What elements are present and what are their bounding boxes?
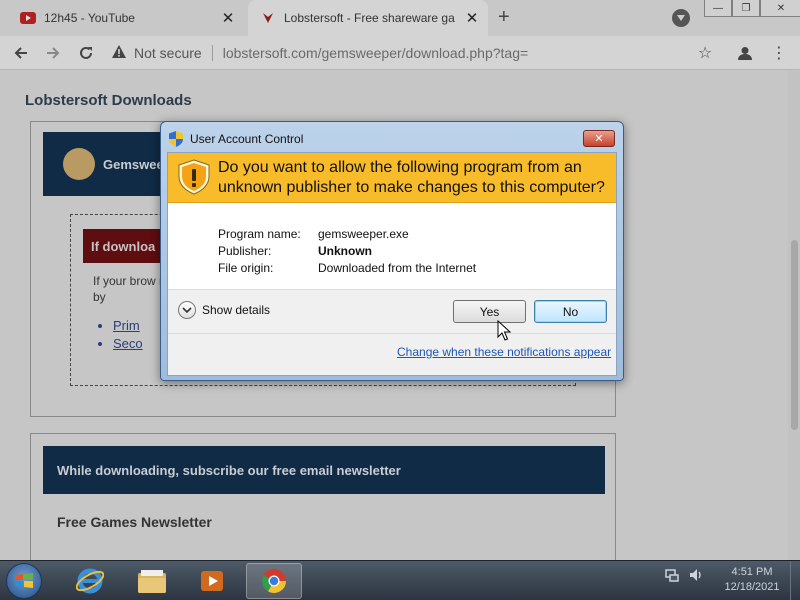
file-origin-value: Downloaded from the Internet — [318, 261, 477, 275]
mirror-link-secondary[interactable]: Seco — [113, 335, 143, 353]
program-name-row: Program name: gemsweeper.exe — [218, 226, 476, 243]
windows-logo-icon — [15, 573, 33, 588]
newsletter-banner: While downloading, subscribe our free em… — [43, 446, 605, 494]
taskbar-file-explorer[interactable] — [124, 563, 180, 599]
bookmark-star-icon[interactable]: ☆ — [694, 42, 716, 64]
close-window-button[interactable]: ✕ — [760, 0, 800, 17]
dialog-close-button[interactable]: ✕ — [583, 130, 615, 147]
network-icon[interactable] — [664, 567, 680, 583]
clock-time: 4:51 PM — [731, 566, 773, 578]
scrollbar-thumb[interactable] — [791, 240, 798, 430]
dialog-body: Do you want to allow the following progr… — [167, 152, 617, 376]
info-label: Publisher: — [218, 244, 272, 258]
dialog-title: User Account Control — [190, 132, 304, 146]
footer-divider — [168, 333, 616, 334]
reload-button[interactable] — [75, 42, 97, 64]
tab-lobstersoft[interactable]: Lobstersoft - Free shareware ga ✕ — [248, 0, 488, 36]
publisher-row: Publisher: Unknown — [218, 243, 476, 260]
program-name-value: gemsweeper.exe — [318, 227, 409, 241]
product-logo — [63, 148, 95, 180]
clock-date: 12/18/2021 — [724, 581, 780, 593]
start-button[interactable] — [6, 563, 42, 599]
mirror-list: Prim Seco — [113, 317, 143, 353]
lobstersoft-icon — [260, 10, 276, 26]
uac-dialog: User Account Control ✕ Do you want to al… — [160, 121, 624, 381]
forward-button[interactable] — [42, 42, 64, 64]
newsletter-panel: While downloading, subscribe our free em… — [30, 433, 616, 563]
reload-icon — [80, 46, 92, 59]
chevron-down-icon — [677, 15, 685, 21]
change-notifications-link[interactable]: Change when these notifications appear — [397, 345, 611, 359]
file-explorer-icon — [138, 570, 166, 593]
info-label: Program name: — [218, 227, 301, 241]
dialog-footer: Show details Yes No Change when these no… — [168, 289, 616, 375]
taskbar-media-player[interactable] — [184, 563, 240, 599]
dialog-question: Do you want to allow the following progr… — [218, 159, 605, 196]
minimize-button[interactable]: — — [704, 0, 732, 17]
warning-icon — [112, 45, 126, 61]
yes-button[interactable]: Yes — [453, 300, 526, 323]
show-details-toggle[interactable]: Show details — [178, 301, 270, 319]
taskbar-chrome[interactable] — [246, 563, 302, 599]
show-desktop-button[interactable] — [790, 561, 800, 600]
warning-shield-icon — [178, 159, 210, 198]
mirror-link-primary[interactable]: Prim — [113, 317, 143, 335]
taskbar: 4:51 PM 12/18/2021 — [0, 560, 800, 600]
tab-title: 12h45 - YouTube — [44, 11, 135, 25]
tab-title: Lobstersoft - Free shareware ga — [284, 11, 455, 25]
youtube-icon — [20, 10, 36, 26]
uac-shield-icon — [169, 131, 183, 150]
file-origin-row: File origin: Downloaded from the Interne… — [218, 260, 476, 277]
system-tray — [664, 567, 704, 583]
dialog-titlebar[interactable]: User Account Control ✕ — [161, 122, 623, 150]
warning-banner: Do you want to allow the following progr… — [168, 153, 616, 203]
internet-explorer-icon — [76, 568, 104, 594]
show-details-label: Show details — [202, 303, 271, 317]
arrow-right-icon — [47, 47, 60, 59]
info-label: File origin: — [218, 261, 274, 275]
newsletter-title: Free Games Newsletter — [57, 514, 212, 530]
publisher-value: Unknown — [318, 244, 372, 258]
tab-search-button[interactable] — [672, 9, 690, 27]
url-text[interactable]: lobstersoft.com/gemsweeper/download.php?… — [223, 45, 528, 61]
mouse-pointer-icon — [497, 320, 511, 341]
back-button[interactable] — [10, 42, 32, 64]
chrome-icon — [262, 569, 286, 594]
divider — [211, 45, 213, 61]
taskbar-internet-explorer[interactable] — [62, 563, 118, 599]
address-bar[interactable]: Not secure lobstersoft.com/gemsweeper/do… — [112, 40, 672, 66]
browser-toolbar: Not secure lobstersoft.com/gemsweeper/do… — [0, 36, 800, 70]
page-title: Lobstersoft Downloads — [25, 92, 192, 109]
browser-tab-bar: 12h45 - YouTube ✕ Lobstersoft - Free sha… — [0, 0, 800, 36]
arrow-left-icon — [14, 47, 27, 59]
security-label[interactable]: Not secure — [134, 45, 202, 61]
window-controls: — ❐ ✕ — [704, 0, 800, 17]
tab-youtube[interactable]: 12h45 - YouTube ✕ — [8, 0, 244, 36]
media-player-icon — [201, 571, 223, 591]
system-clock[interactable]: 4:51 PM 12/18/2021 — [714, 565, 790, 595]
no-button[interactable]: No — [534, 300, 607, 323]
chevron-down-icon — [178, 301, 196, 319]
profile-icon[interactable] — [734, 42, 756, 64]
restore-button[interactable]: ❐ — [732, 0, 760, 17]
close-tab-icon[interactable]: ✕ — [462, 9, 482, 27]
close-tab-icon[interactable]: ✕ — [218, 9, 238, 27]
new-tab-button[interactable]: + — [498, 6, 510, 29]
program-info: Program name: gemsweeper.exe Publisher: … — [218, 226, 476, 277]
speaker-icon[interactable] — [688, 567, 704, 583]
menu-dots-icon[interactable]: ⋮ — [768, 42, 790, 64]
